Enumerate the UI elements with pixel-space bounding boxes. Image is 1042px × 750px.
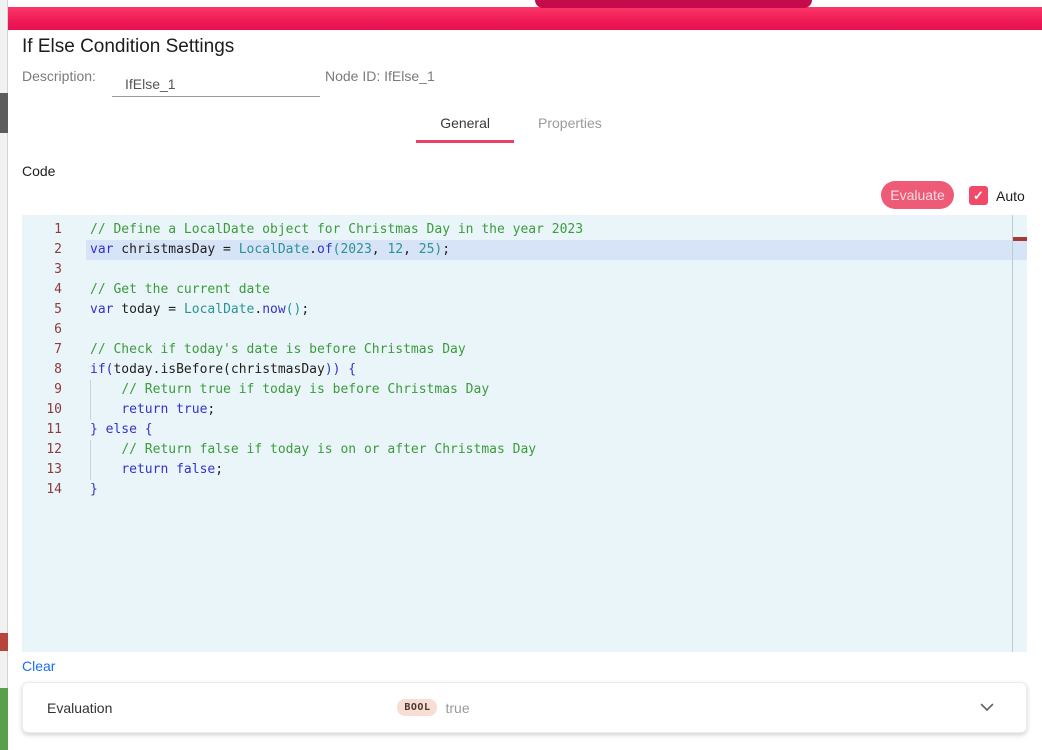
tab-properties[interactable]: Properties (514, 107, 626, 143)
line-number: 1 (22, 220, 62, 240)
code-editor[interactable]: 1 // Define a LocalDate object for Christ… (22, 215, 1027, 652)
evaluation-panel[interactable]: Evaluation BOOL true (22, 682, 1027, 733)
auto-checkbox[interactable]: ✓ (969, 186, 988, 205)
line-text: var today = LocalDate.now(); (90, 300, 309, 320)
page-title: If Else Condition Settings (22, 36, 234, 58)
line-text: // Check if today's date is before Chris… (90, 340, 466, 360)
node-id-text: Node ID: IfElse_1 (325, 68, 435, 84)
code-line[interactable]: 2 var christmasDay = LocalDate.of(2023, 1… (22, 240, 1012, 260)
background-fragment-green (0, 688, 8, 750)
code-line[interactable]: 3 (22, 260, 1012, 280)
auto-checkbox-label: Auto (996, 188, 1025, 204)
line-number: 5 (22, 300, 62, 320)
code-section-label: Code (22, 163, 55, 179)
code-line[interactable]: 14} (22, 480, 1012, 500)
line-text: // Define a LocalDate object for Christm… (90, 220, 583, 240)
line-text: return false; (90, 460, 223, 480)
line-number: 14 (22, 480, 62, 500)
line-number: 3 (22, 260, 62, 280)
code-line[interactable]: 12 // Return false if today is on or aft… (22, 440, 1012, 460)
chevron-down-icon[interactable] (980, 703, 994, 712)
code-line[interactable]: 7 // Check if today's date is before Chri… (22, 340, 1012, 360)
type-badge: BOOL (397, 699, 437, 716)
code-line[interactable]: 13 return false; (22, 460, 1012, 480)
line-text: var christmasDay = LocalDate.of(2023, 12… (90, 240, 450, 260)
description-label: Description: (22, 68, 96, 84)
line-number: 9 (22, 380, 62, 400)
line-text: // Return true if today is before Christ… (90, 380, 489, 400)
code-line[interactable]: 4 // Get the current date (22, 280, 1012, 300)
line-text: if(today.isBefore(christmasDay)) { (90, 360, 356, 380)
line-number: 12 (22, 440, 62, 460)
evaluation-value: true (445, 700, 469, 716)
check-icon: ✓ (973, 188, 984, 204)
line-number: 10 (22, 400, 62, 420)
description-input[interactable] (112, 66, 320, 97)
line-number: 6 (22, 320, 62, 340)
background-page-edge (0, 0, 8, 750)
line-number: 7 (22, 340, 62, 360)
clear-link[interactable]: Clear (22, 658, 55, 674)
line-number: 4 (22, 280, 62, 300)
line-text: } else { (90, 420, 153, 440)
line-text: // Get the current date (90, 280, 270, 300)
evaluation-label: Evaluation (47, 700, 112, 716)
code-line[interactable]: 5 var today = LocalDate.now(); (22, 300, 1012, 320)
code-line[interactable]: 1 // Define a LocalDate object for Christ… (22, 220, 1012, 240)
tab-general[interactable]: General (416, 107, 514, 143)
tab-bar: General Properties (0, 107, 1042, 143)
background-fragment-dark (0, 93, 8, 133)
background-toast (535, 0, 812, 8)
line-text: // Return false if today is on or after … (90, 440, 536, 460)
editor-scrollbar[interactable] (1012, 215, 1027, 652)
background-fragment-red (0, 633, 8, 651)
line-text: } (90, 480, 98, 500)
code-line[interactable]: 11 } else { (22, 420, 1012, 440)
code-line[interactable]: 10 return true; (22, 400, 1012, 420)
code-line[interactable]: 9 // Return true if today is before Chri… (22, 380, 1012, 400)
line-number: 11 (22, 420, 62, 440)
code-lines: 1 // Define a LocalDate object for Christ… (22, 220, 1012, 500)
line-number: 13 (22, 460, 62, 480)
code-line[interactable]: 8 if(today.isBefore(christmasDay)) { (22, 360, 1012, 380)
line-number: 8 (22, 360, 62, 380)
line-text: return true; (90, 400, 215, 420)
line-number: 2 (22, 240, 62, 260)
code-line[interactable]: 6 (22, 320, 1012, 340)
scrollbar-annotation-marker (1013, 237, 1027, 241)
dialog-header-bar (0, 7, 1042, 30)
evaluate-button[interactable]: Evaluate (881, 181, 954, 209)
